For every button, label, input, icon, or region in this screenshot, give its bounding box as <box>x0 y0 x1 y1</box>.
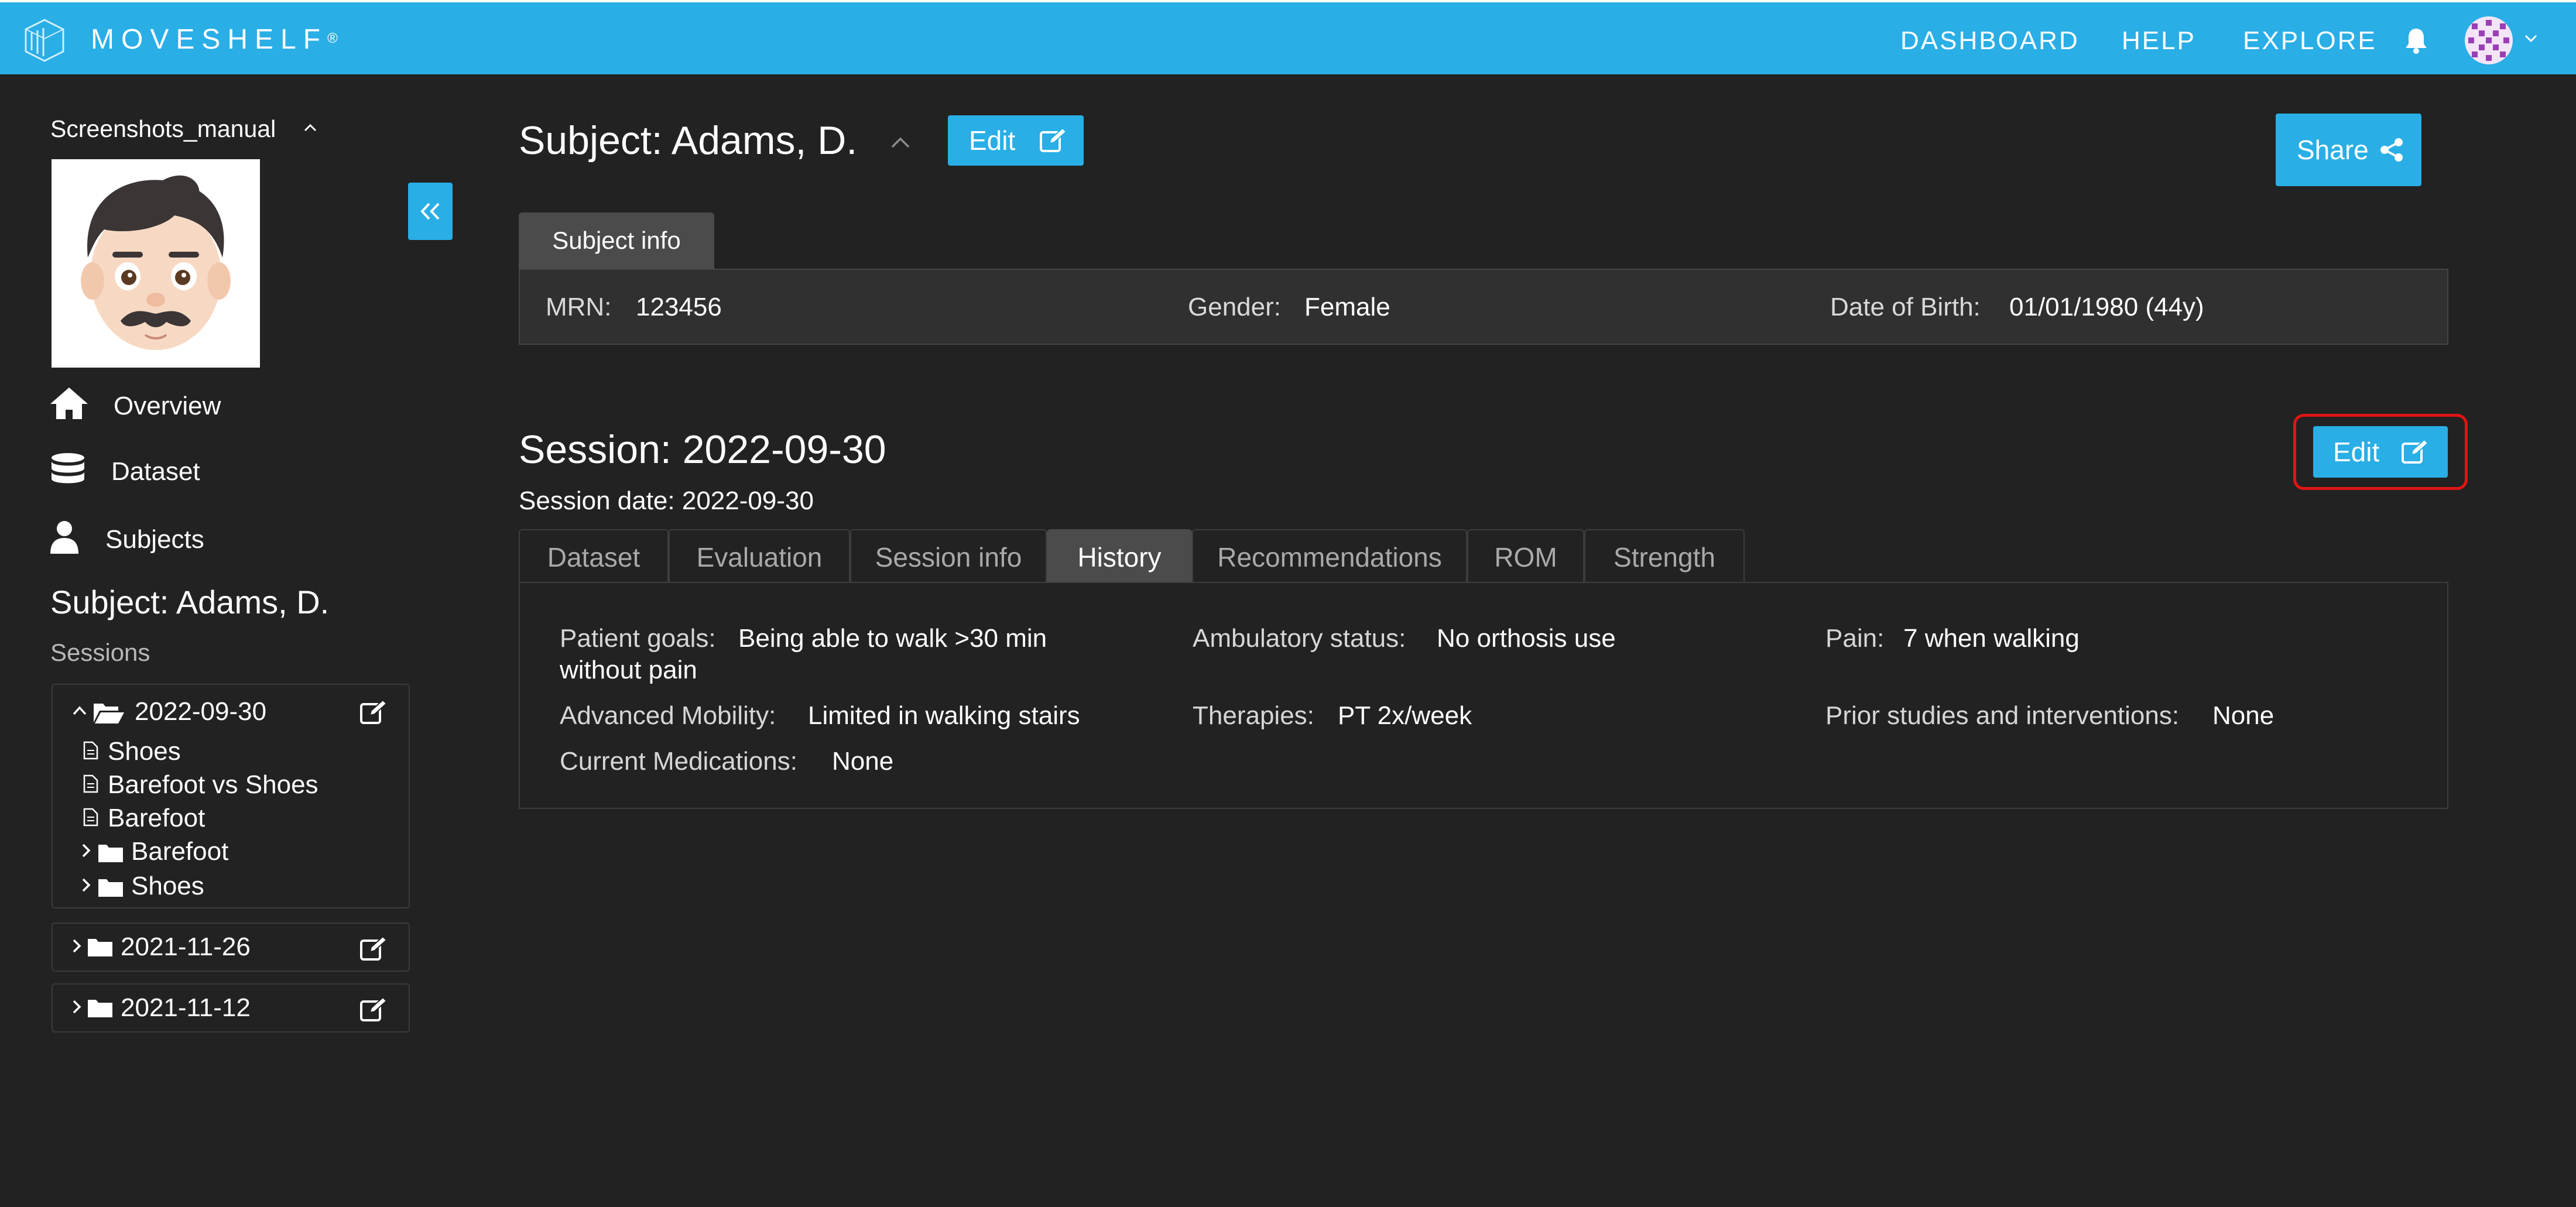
folder-icon <box>98 879 123 897</box>
home-icon <box>50 388 88 419</box>
folder-icon <box>88 939 112 956</box>
therapies-label: Therapies: <box>1193 701 1314 730</box>
therapies-value: PT 2x/week <box>1338 701 1472 730</box>
subject-title: Subject: Adams, D. <box>519 118 858 163</box>
folder-icon <box>98 845 123 862</box>
sidebar-item-subjects[interactable]: Subjects <box>49 520 283 557</box>
tab-evaluation[interactable]: Evaluation <box>669 529 850 583</box>
file-icon <box>83 741 98 760</box>
sidebar-item-dataset[interactable]: Dataset <box>49 452 283 489</box>
tree-folder-shoes[interactable]: Shoes <box>80 870 384 903</box>
patient-goals-value: Being able to walk >30 min <box>738 624 1047 653</box>
gender-label: Gender: <box>1188 293 1281 321</box>
folder-open-icon <box>94 704 124 723</box>
project-name[interactable]: Screenshots_manual <box>50 115 276 143</box>
session-folder-2022-09-30[interactable]: 2022-09-30 <box>71 695 282 728</box>
session-date: Session date: 2022-09-30 <box>519 486 814 515</box>
current-medications-label: Current Medications: <box>560 747 797 776</box>
dob-value: 01/01/1980 (44y) <box>2009 293 2204 321</box>
tree-file-shoes[interactable]: Shoes <box>83 735 388 768</box>
sidebar-subject-title: Subject: Adams, D. <box>50 584 330 620</box>
edit-session-icon[interactable] <box>359 699 388 725</box>
chevron-right-icon <box>82 843 91 858</box>
moveshelf-logo-icon[interactable] <box>23 18 66 63</box>
tree-file-barefoot[interactable]: Barefoot <box>83 802 388 835</box>
user-icon <box>50 521 78 554</box>
edit-subject-button[interactable]: Edit <box>948 115 1084 166</box>
sidebar-item-label: Overview <box>114 392 221 420</box>
subject-avatar <box>52 159 260 368</box>
tab-session-info[interactable]: Session info <box>850 529 1047 583</box>
tree-folder-barefoot[interactable]: Barefoot <box>80 835 384 868</box>
chevron-up-icon[interactable] <box>889 134 912 150</box>
session-title: Session: 2022-09-30 <box>519 427 886 472</box>
chevron-up-icon[interactable] <box>302 121 319 135</box>
mrn-value: 123456 <box>636 293 722 321</box>
tab-dataset[interactable]: Dataset <box>519 529 669 583</box>
chevron-right-icon <box>73 939 81 953</box>
nav-explore[interactable]: EXPLORE <box>2243 25 2377 57</box>
tab-history[interactable]: History <box>1047 529 1192 583</box>
prior-studies-label: Prior studies and interventions: <box>1825 701 2180 730</box>
mrn-label: MRN: <box>546 293 612 321</box>
dob-label: Date of Birth: <box>1830 293 1981 321</box>
chevron-right-icon <box>73 1000 81 1014</box>
nav-help[interactable]: HELP <box>2122 25 2196 57</box>
nav-dashboard[interactable]: DASHBOARD <box>1900 25 2080 57</box>
session-tree-2021-11-12: 2021-11-12 <box>52 983 410 1033</box>
edit-session-icon[interactable] <box>359 935 388 961</box>
subject-info-panel: MRN: 123456 Gender: Female Date of Birth… <box>519 269 2448 345</box>
pain-value: 7 when walking <box>1903 624 2080 653</box>
gender-value: Female <box>1304 293 1390 321</box>
session-tree-2022-09-30: 2022-09-30 Shoes Barefoot vs Shoes Baref… <box>52 684 410 908</box>
tab-subject-info[interactable]: Subject info <box>519 212 714 269</box>
top-navbar: MOVESHELF® DASHBOARD HELP EXPLORE <box>0 0 2576 74</box>
user-avatar[interactable] <box>2465 16 2513 64</box>
chevron-up-icon <box>73 706 87 715</box>
sidebar-sessions-label: Sessions <box>50 639 150 666</box>
folder-icon <box>88 1000 112 1017</box>
edit-icon <box>1040 127 1067 152</box>
tab-recommendations[interactable]: Recommendations <box>1192 529 1467 583</box>
sidebar-item-label: Dataset <box>111 457 200 486</box>
share-button[interactable]: Share <box>2276 114 2421 186</box>
edit-session-icon[interactable] <box>359 996 388 1022</box>
chevron-right-icon <box>82 878 91 892</box>
pain-label: Pain: <box>1825 624 1885 653</box>
tree-file-barefoot-vs-shoes[interactable]: Barefoot vs Shoes <box>83 769 388 801</box>
session-folder-2021-11-26[interactable]: 2021-11-26 <box>70 931 316 963</box>
patient-goals-value-cont: without pain <box>560 656 697 684</box>
patient-goals-label: Patient goals: <box>560 624 716 653</box>
brand-name[interactable]: MOVESHELF® <box>91 23 338 56</box>
history-panel: Patient goals: Being able to walk >30 mi… <box>519 582 2448 809</box>
advanced-mobility-value: Limited in walking stairs <box>808 701 1080 730</box>
sidebar-item-label: Subjects <box>105 525 204 554</box>
advanced-mobility-label: Advanced Mobility: <box>560 701 776 730</box>
tab-strength[interactable]: Strength <box>1584 529 1745 583</box>
highlight-box <box>2293 414 2468 490</box>
double-chevron-left-icon <box>420 203 440 220</box>
collapse-sidebar-button[interactable] <box>408 183 453 240</box>
share-icon <box>2380 138 2403 162</box>
bell-icon[interactable] <box>2403 26 2429 54</box>
file-icon <box>83 774 98 793</box>
ambulatory-status-label: Ambulatory status: <box>1193 624 1406 653</box>
prior-studies-value: None <box>2212 701 2274 730</box>
database-icon <box>52 453 84 484</box>
current-medications-value: None <box>832 747 894 776</box>
file-icon <box>83 808 98 827</box>
tab-rom[interactable]: ROM <box>1467 529 1584 583</box>
session-tree-2021-11-26: 2021-11-26 <box>52 923 410 972</box>
sidebar-item-overview[interactable]: Overview <box>49 386 283 424</box>
session-folder-2021-11-12[interactable]: 2021-11-12 <box>70 992 316 1024</box>
ambulatory-status-value: No orthosis use <box>1437 624 1616 653</box>
chevron-down-icon[interactable] <box>2522 32 2540 46</box>
